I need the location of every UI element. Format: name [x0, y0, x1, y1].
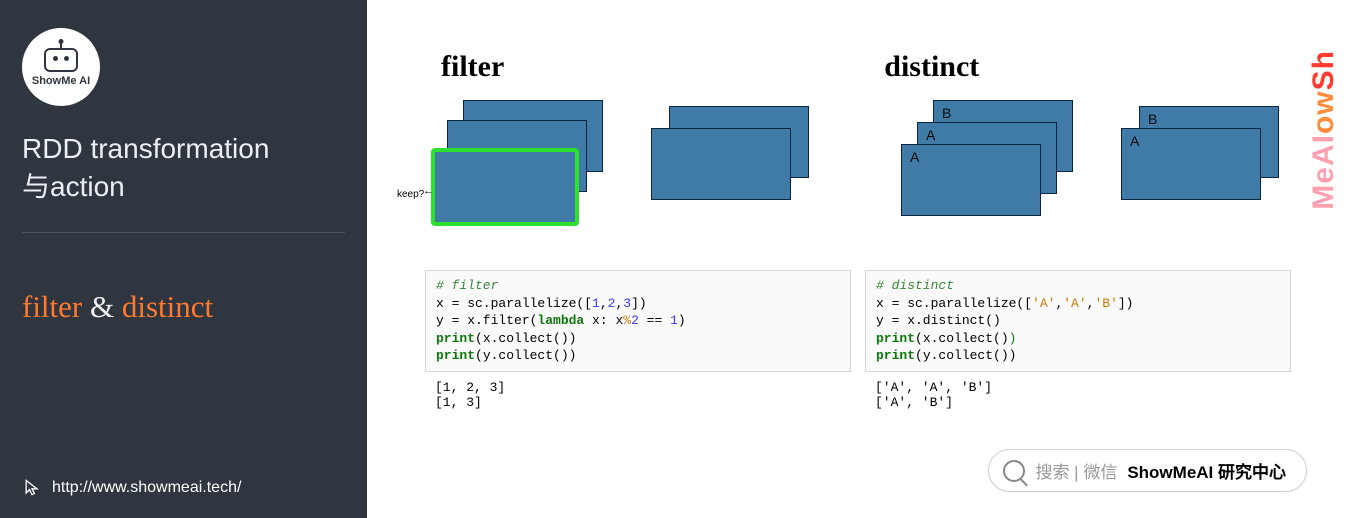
distinct-output: ['A', 'A', 'B'] ['A', 'B']	[865, 372, 1291, 410]
distinct-code: # distinct x = sc.parallelize(['A','A','…	[865, 270, 1291, 372]
topic-distinct: distinct	[122, 289, 213, 324]
logo-container: ShowMe AI	[22, 28, 345, 106]
filter-input-stack: keep? ←	[431, 100, 611, 230]
search-pill[interactable]: 搜索 | 微信 ShowMeAI 研究中心	[988, 449, 1307, 492]
content-area: MeAIowSh filter distinct keep? ← B A A B…	[367, 0, 1361, 518]
search-icon	[1003, 460, 1025, 482]
slide-title: RDD transformation 与action	[22, 130, 345, 206]
vertical-brand: MeAIowSh	[1307, 50, 1341, 210]
filter-output-stack	[651, 100, 821, 210]
card	[651, 128, 791, 200]
heading-filter: filter	[441, 50, 504, 84]
card-label: B	[942, 105, 951, 121]
brand-part-2: ow	[1307, 90, 1340, 134]
topic-filter: filter	[22, 289, 82, 324]
card: A	[901, 144, 1041, 216]
card-label: B	[1148, 111, 1157, 127]
footer: http://www.showmeai.tech/	[22, 478, 241, 498]
footer-url[interactable]: http://www.showmeai.tech/	[52, 479, 241, 497]
robot-icon	[44, 48, 78, 72]
distinct-code-column: # distinct x = sc.parallelize(['A','A','…	[865, 270, 1291, 410]
topic-label: filter & distinct	[22, 289, 345, 325]
filter-output: [1, 2, 3] [1, 3]	[425, 372, 851, 410]
filter-code: # filter x = sc.parallelize([1,2,3]) y =…	[425, 270, 851, 372]
brand-part-1: Sh	[1307, 50, 1340, 90]
keep-label: keep?	[397, 189, 424, 200]
card-label: A	[926, 127, 935, 143]
diagram-row: keep? ← B A A B A	[425, 100, 1291, 230]
showmeai-logo: ShowMe AI	[22, 28, 100, 106]
sidebar: ShowMe AI RDD transformation 与action fil…	[0, 0, 367, 518]
card: A	[1121, 128, 1261, 200]
code-examples: # filter x = sc.parallelize([1,2,3]) y =…	[425, 270, 1291, 410]
distinct-input-stack: B A A	[901, 100, 1081, 230]
divider	[22, 232, 345, 233]
brand-part-3: MeAI	[1307, 134, 1340, 210]
search-brand: ShowMeAI 研究中心	[1127, 458, 1286, 483]
card-label: A	[1130, 133, 1139, 149]
card-label: A	[910, 149, 919, 165]
filter-code-column: # filter x = sc.parallelize([1,2,3]) y =…	[425, 270, 851, 410]
title-line-1: RDD transformation	[22, 133, 269, 164]
topic-ampersand: &	[90, 289, 114, 324]
card-selected	[431, 148, 579, 226]
heading-distinct: distinct	[884, 50, 979, 84]
title-line-2: 与action	[22, 171, 125, 202]
arrow-icon: ←	[423, 185, 434, 197]
distinct-output-stack: B A	[1121, 100, 1291, 210]
cursor-icon	[22, 478, 42, 498]
section-headings: filter distinct	[425, 50, 1291, 84]
search-hint: 搜索 | 微信	[1035, 458, 1117, 483]
logo-text: ShowMe AI	[32, 75, 90, 87]
